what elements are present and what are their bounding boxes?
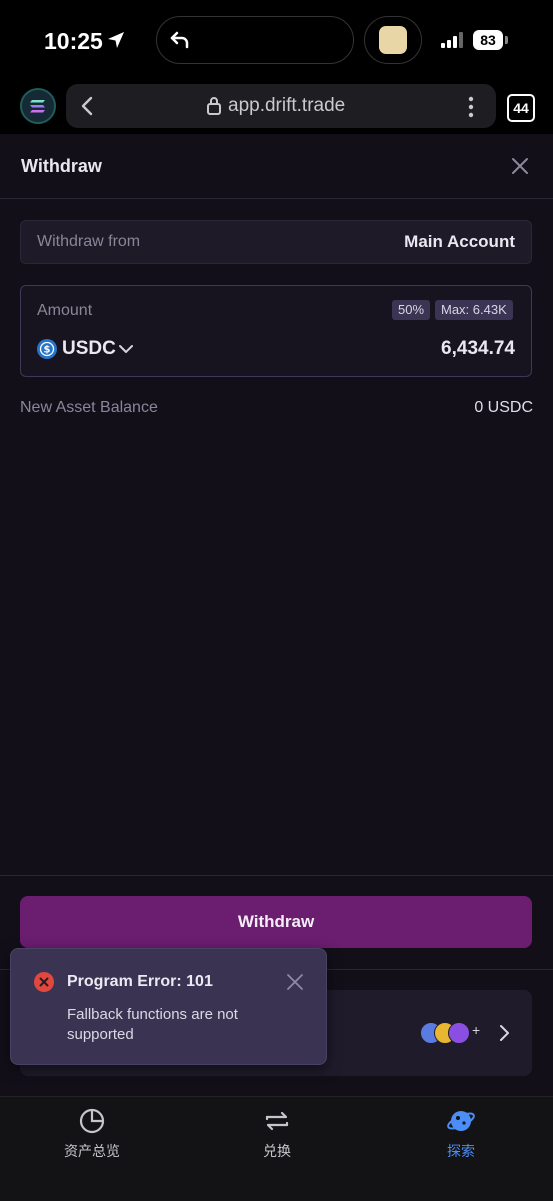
fifty-percent-button[interactable]: 50% [392,300,431,320]
more-coins-plus: + [472,1022,481,1038]
chevron-right-icon[interactable] [498,1024,510,1047]
battery-indicator: 83 [473,30,503,50]
chevron-down-icon[interactable] [118,342,134,360]
header-divider [0,198,553,199]
token-selector[interactable]: USDC [62,338,116,360]
browser-bar: app.drift.trade 44 [0,82,553,134]
usdc-icon: $ [37,339,57,359]
amount-label: Amount [37,302,93,319]
signal-icon [441,32,465,53]
app-thumbnail-icon [379,26,407,54]
status-time: 10:25 [44,28,103,54]
withdraw-from-label: Withdraw from [37,233,141,250]
error-icon [34,972,54,992]
nav-label-explore: 探索 [447,1143,475,1159]
svg-text:$: $ [44,345,51,356]
withdraw-button[interactable]: Withdraw [20,896,532,948]
bottom-nav: 资产总览 兑换 探索 [0,1096,553,1201]
withdraw-from-select[interactable]: Withdraw from Main Account [20,220,532,264]
modal-title: Withdraw [21,156,102,176]
location-arrow-icon [106,30,126,55]
return-arrow-icon[interactable] [169,29,191,56]
swap-icon [265,1111,289,1131]
battery-tip [505,36,508,44]
back-chevron-icon[interactable] [80,96,94,121]
lock-icon [206,96,222,121]
toast-title: Program Error: 101 [67,973,213,990]
new-asset-balance-label: New Asset Balance [20,399,158,416]
polygon-coin-icon [448,1022,470,1044]
toast-message: Fallback functions are not supported [67,1006,238,1043]
amount-input[interactable]: 6,434.74 [441,338,515,360]
nav-label-swap: 兑换 [263,1143,291,1159]
coin-stack [420,1022,480,1044]
url-text[interactable]: app.drift.trade [228,95,345,117]
amount-input-box[interactable]: Amount 50% Max: 6.43K $ USDC 6,434.74 [20,285,532,377]
nav-label-assets: 资产总览 [64,1143,120,1159]
withdraw-from-value[interactable]: Main Account [404,232,515,252]
tab-count-button[interactable]: 44 [507,94,535,122]
planet-icon [447,1111,475,1131]
nav-item-swap[interactable]: 兑换 [217,1107,337,1161]
live-activity-pill[interactable] [364,16,422,64]
more-options-icon[interactable] [468,96,474,123]
status-bar: 10:25 83 [0,0,553,82]
nav-item-assets[interactable]: 资产总览 [32,1107,152,1161]
close-icon[interactable] [510,156,530,181]
pie-chart-icon [79,1108,105,1134]
site-logo-icon[interactable] [20,88,56,124]
max-button[interactable]: Max: 6.43K [435,300,513,320]
dynamic-island[interactable] [156,16,354,64]
new-asset-balance-value: 0 USDC [474,399,533,416]
close-icon[interactable] [286,973,304,996]
nav-item-explore[interactable]: 探索 [401,1107,521,1161]
footer-divider [0,875,553,876]
error-toast: Program Error: 101 Fallback functions ar… [10,948,327,1065]
url-bar[interactable]: app.drift.trade [66,84,496,128]
